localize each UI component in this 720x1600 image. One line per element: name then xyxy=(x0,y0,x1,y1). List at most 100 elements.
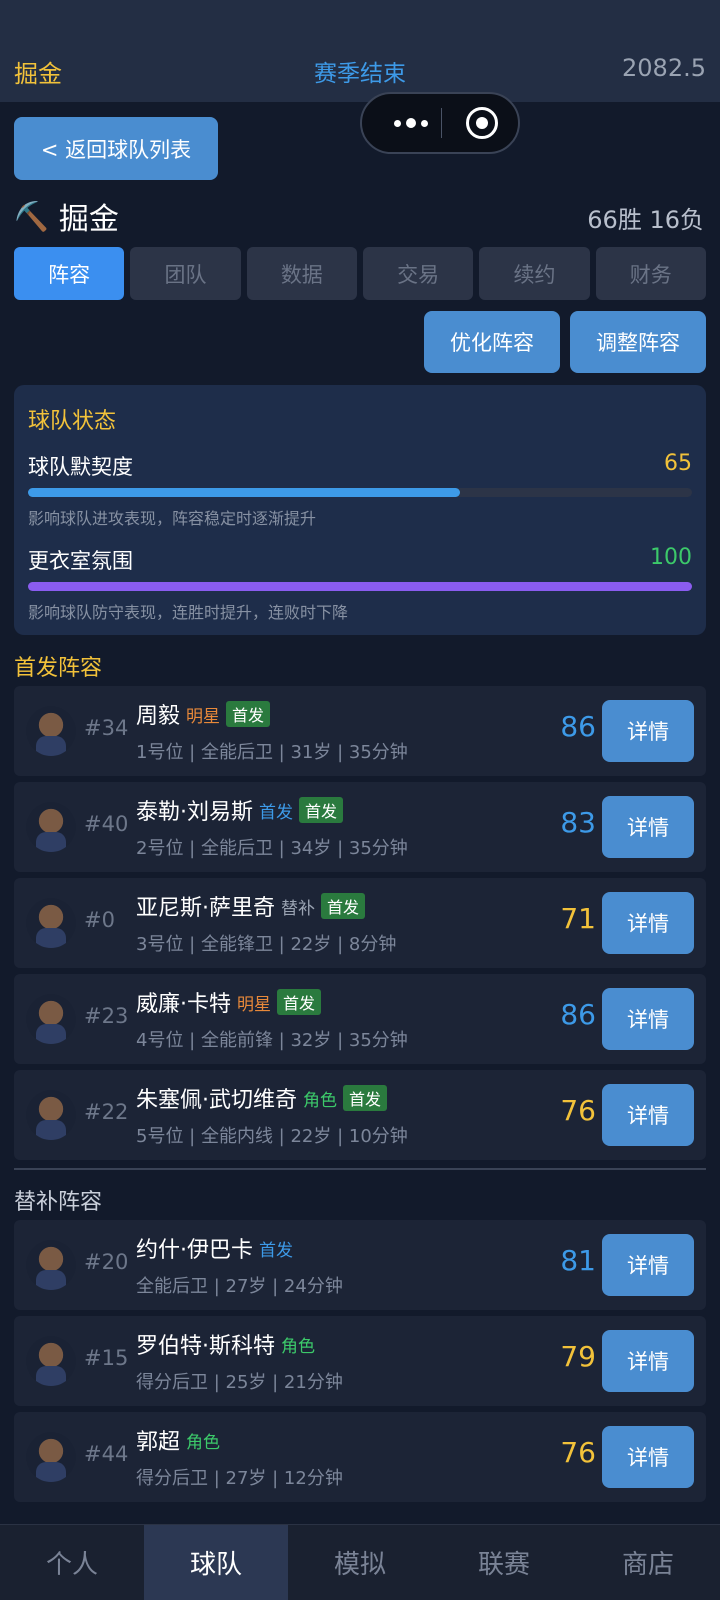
player-name: 郭超 xyxy=(136,1430,181,1455)
player-rating: 86 xyxy=(560,998,596,1031)
player-avatar xyxy=(26,1090,76,1140)
pickaxe-icon: ⛏️ xyxy=(14,199,49,233)
player-avatar xyxy=(26,706,76,756)
player-name: 泰勒·刘易斯 xyxy=(136,800,253,825)
starter-badge: 首发 xyxy=(343,1085,388,1111)
jersey-number: #44 xyxy=(84,1442,129,1466)
more-icon[interactable] xyxy=(382,94,440,152)
player-rating: 79 xyxy=(560,1340,596,1373)
player-name-row: 约什·伊巴卡 首发 xyxy=(136,1232,293,1264)
player-info: 2号位 | 全能后卫 | 34岁 | 35分钟 xyxy=(136,838,408,859)
player-name-row: 罗伯特·斯科特 角色 xyxy=(136,1328,315,1360)
player-name-row: 周毅 明星 首发 xyxy=(136,698,271,730)
player-info: 得分后卫 | 27岁 | 12分钟 xyxy=(136,1468,343,1489)
morale-label: 更衣室氛围 xyxy=(28,549,133,573)
player-name: 威廉·卡特 xyxy=(136,992,231,1017)
player-rating: 86 xyxy=(560,710,596,743)
team-name: 掘金 xyxy=(58,202,119,237)
player-name: 约什·伊巴卡 xyxy=(136,1238,253,1263)
team-status-title: 球队状态 xyxy=(28,409,117,434)
morale-desc: 影响球队防守表现，连胜时提升，连败时下降 xyxy=(28,603,349,622)
player-rating: 71 xyxy=(560,902,596,935)
nav-league[interactable]: 联赛 xyxy=(432,1525,576,1600)
detail-button[interactable]: 详情 xyxy=(602,1426,694,1488)
team-tabs: 阵容 团队 数据 交易 续约 财务 xyxy=(14,247,706,300)
detail-button[interactable]: 详情 xyxy=(602,1330,694,1392)
player-card: #22 朱塞佩·武切维奇 角色 首发 5号位 | 全能内线 | 22岁 | 10… xyxy=(14,1070,706,1160)
role-tag: 角色 xyxy=(303,1090,337,1111)
jersey-number: #23 xyxy=(84,1004,129,1028)
player-name-row: 泰勒·刘易斯 首发 首发 xyxy=(136,794,344,826)
player-card: #0 亚尼斯·萨里奇 替补 首发 3号位 | 全能锋卫 | 22岁 | 8分钟 … xyxy=(14,878,706,968)
player-name-row: 郭超 角色 xyxy=(136,1424,220,1456)
close-target-icon[interactable] xyxy=(466,107,498,139)
tab-renew[interactable]: 续约 xyxy=(479,247,590,300)
role-tag: 首发 xyxy=(259,802,293,823)
player-avatar xyxy=(26,994,76,1044)
player-avatar xyxy=(26,1240,76,1290)
player-name-row: 威廉·卡特 明星 首发 xyxy=(136,986,322,1018)
player-avatar xyxy=(26,1336,76,1386)
jersey-number: #15 xyxy=(84,1346,129,1370)
player-name: 亚尼斯·萨里奇 xyxy=(136,896,275,921)
jersey-number: #22 xyxy=(84,1100,129,1124)
optimize-lineup-button[interactable]: 优化阵容 xyxy=(424,311,560,373)
player-name-row: 亚尼斯·萨里奇 替补 首发 xyxy=(136,890,366,922)
role-tag: 替补 xyxy=(281,898,315,919)
player-info: 4号位 | 全能前锋 | 32岁 | 35分钟 xyxy=(136,1030,408,1051)
role-tag: 角色 xyxy=(281,1336,315,1357)
player-rating: 76 xyxy=(560,1436,596,1469)
detail-button[interactable]: 详情 xyxy=(602,1234,694,1296)
player-rating: 83 xyxy=(560,806,596,839)
tab-lineup[interactable]: 阵容 xyxy=(14,247,125,300)
starters-title: 首发阵容 xyxy=(14,656,103,681)
app-header: 掘金 赛季结束 2082.5 xyxy=(0,0,720,102)
player-card: #20 约什·伊巴卡 首发 全能后卫 | 27岁 | 24分钟 81 详情 xyxy=(14,1220,706,1310)
morale-bar xyxy=(28,582,692,591)
bottom-nav: 个人 球队 模拟 联赛 商店 xyxy=(0,1524,720,1600)
player-card: #40 泰勒·刘易斯 首发 首发 2号位 | 全能后卫 | 34岁 | 35分钟… xyxy=(14,782,706,872)
player-info: 5号位 | 全能内线 | 22岁 | 10分钟 xyxy=(136,1126,408,1147)
detail-button[interactable]: 详情 xyxy=(602,892,694,954)
back-to-team-list-button[interactable]: < 返回球队列表 xyxy=(14,117,218,180)
bench-title: 替补阵容 xyxy=(14,1190,103,1215)
starter-badge: 首发 xyxy=(277,989,322,1015)
player-name: 周毅 xyxy=(136,704,181,729)
player-card: #23 威廉·卡特 明星 首发 4号位 | 全能前锋 | 32岁 | 35分钟 … xyxy=(14,974,706,1064)
morale-bar-fill xyxy=(28,582,692,591)
nav-personal[interactable]: 个人 xyxy=(0,1525,144,1600)
tab-trade[interactable]: 交易 xyxy=(362,247,474,300)
player-rating: 81 xyxy=(560,1244,596,1277)
detail-button[interactable]: 详情 xyxy=(602,700,694,762)
balance: 2082.5 xyxy=(622,54,706,82)
role-tag: 首发 xyxy=(259,1240,293,1261)
detail-button[interactable]: 详情 xyxy=(602,796,694,858)
role-tag: 明星 xyxy=(186,706,221,727)
jersey-number: #40 xyxy=(84,812,129,836)
nav-shop[interactable]: 商店 xyxy=(576,1525,720,1600)
team-title: ⛏️ 掘金 xyxy=(14,194,119,238)
adjust-lineup-button[interactable]: 调整阵容 xyxy=(570,311,706,373)
mini-program-capsule xyxy=(360,92,520,154)
chemistry-label: 球队默契度 xyxy=(28,455,133,479)
chemistry-bar xyxy=(28,488,692,497)
player-info: 1号位 | 全能后卫 | 31岁 | 35分钟 xyxy=(136,742,408,763)
detail-button[interactable]: 详情 xyxy=(602,1084,694,1146)
tab-team[interactable]: 团队 xyxy=(130,247,241,300)
nav-team[interactable]: 球队 xyxy=(144,1525,288,1600)
morale-value: 100 xyxy=(650,545,692,570)
player-card: #44 郭超 角色 得分后卫 | 27岁 | 12分钟 76 详情 xyxy=(14,1412,706,1502)
player-name: 朱塞佩·武切维奇 xyxy=(136,1088,297,1113)
player-rating: 76 xyxy=(560,1094,596,1127)
jersey-number: #34 xyxy=(84,716,129,740)
player-info: 全能后卫 | 27岁 | 24分钟 xyxy=(136,1276,343,1297)
role-tag: 明星 xyxy=(237,994,271,1015)
nav-simulate[interactable]: 模拟 xyxy=(288,1525,432,1600)
tab-finance[interactable]: 财务 xyxy=(595,247,706,300)
player-info: 3号位 | 全能锋卫 | 22岁 | 8分钟 xyxy=(136,934,397,955)
chemistry-value: 65 xyxy=(664,451,692,476)
player-avatar xyxy=(26,1432,76,1482)
detail-button[interactable]: 详情 xyxy=(602,988,694,1050)
starter-badge: 首发 xyxy=(321,893,366,919)
tab-stats[interactable]: 数据 xyxy=(246,247,357,300)
